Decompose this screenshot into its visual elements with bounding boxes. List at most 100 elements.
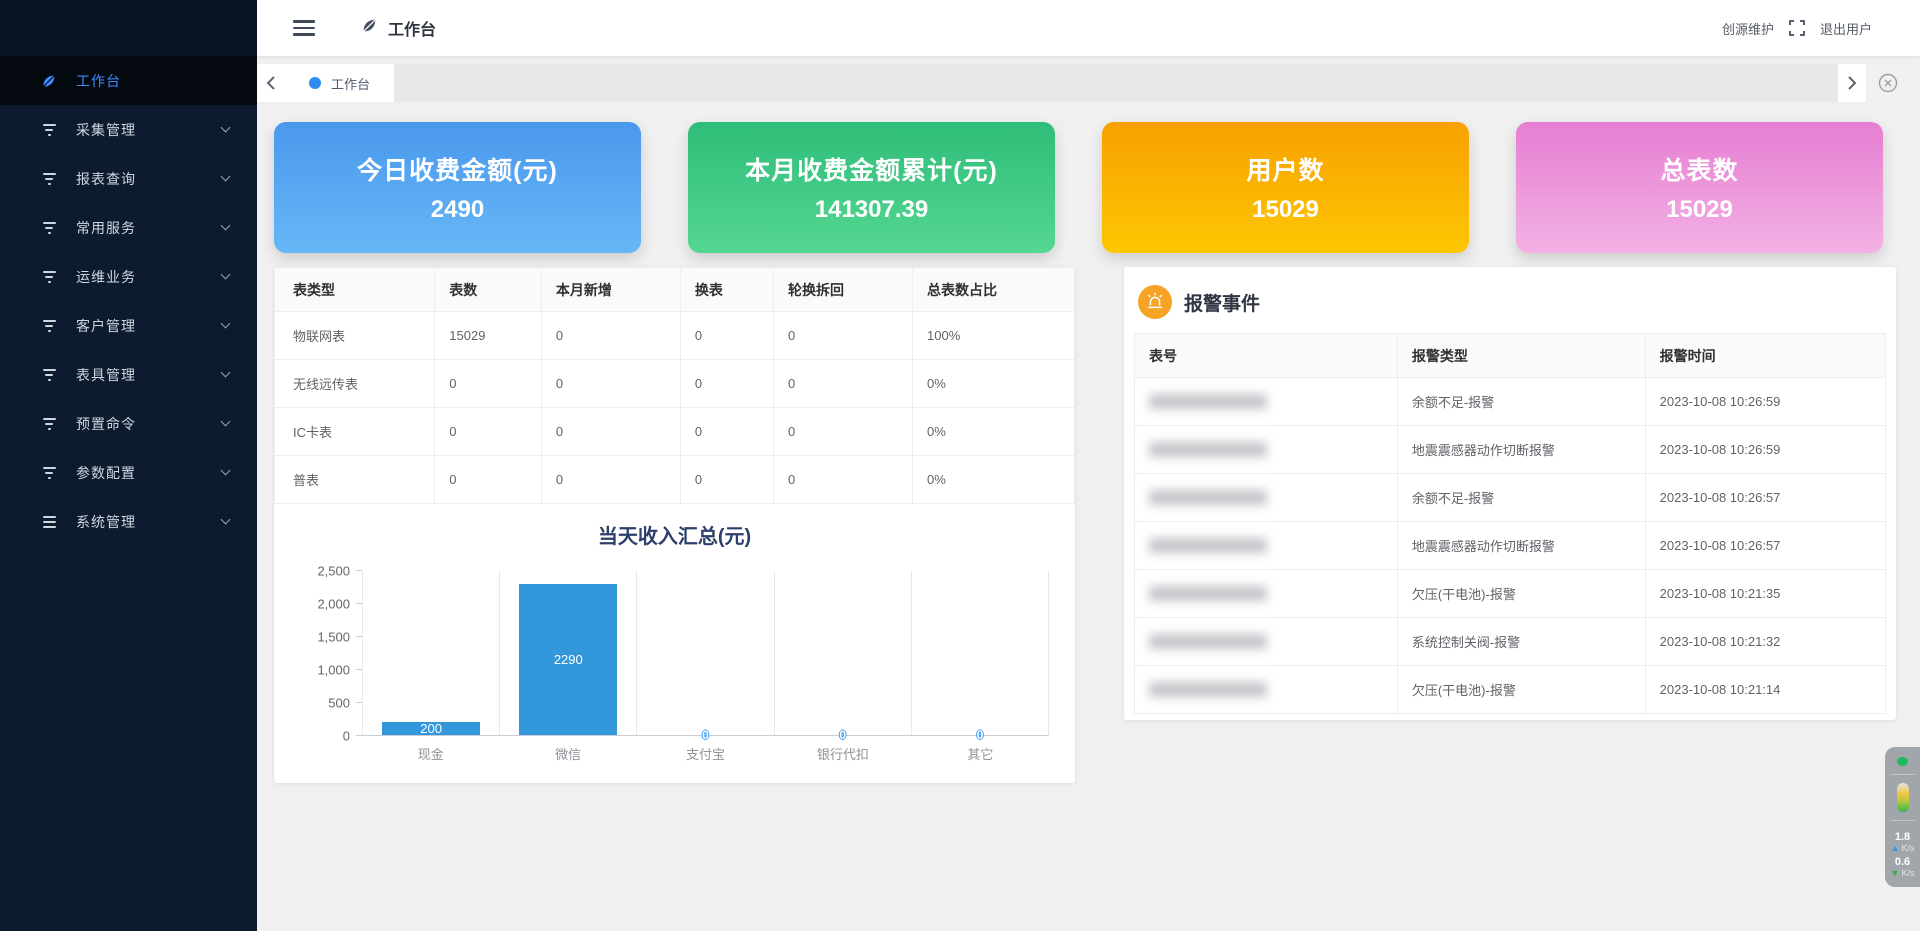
- chevron-down-icon: [221, 319, 231, 329]
- download-speed: 0.6 ▼K/s: [1891, 856, 1915, 879]
- masked-meter-number: [1149, 394, 1267, 409]
- leaf-icon: [361, 17, 378, 39]
- x-category-label: 银行代扣: [774, 744, 911, 763]
- sidebar-item-label: 客户管理: [76, 316, 222, 336]
- top-header: 工作台 创源维护 退出用户: [257, 0, 1920, 56]
- stat-card-0: 今日收费金额(元)2490: [274, 122, 641, 253]
- upload-speed: 1.8 ▲K/s: [1891, 831, 1915, 854]
- chart-column: 0: [912, 571, 1049, 735]
- table-cell: 0: [680, 360, 773, 408]
- table-cell: 无线远传表: [275, 360, 435, 408]
- sidebar-item-system[interactable]: 系统管理: [0, 497, 257, 546]
- network-monitor-widget[interactable]: 1.8 ▲K/s 0.6 ▼K/s: [1885, 747, 1920, 887]
- sidebar-item-meters[interactable]: 表具管理: [0, 350, 257, 399]
- table-cell: 0: [541, 360, 680, 408]
- sidebar-item-customers[interactable]: 客户管理: [0, 301, 257, 350]
- chevron-down-icon: [221, 172, 231, 182]
- user-org-button[interactable]: 创源维护: [1722, 19, 1774, 38]
- masked-meter-number: [1149, 634, 1267, 649]
- chart-column: 2290: [500, 571, 637, 735]
- stat-card-title: 用户数: [1246, 151, 1324, 187]
- alarm-table-header: 报警类型: [1397, 334, 1645, 378]
- breadcrumb: 工作台: [361, 16, 436, 40]
- table-cell: 0: [774, 456, 913, 504]
- alarm-time-cell: 2023-10-08 10:21:14: [1645, 666, 1885, 714]
- sidebar-item-operations[interactable]: 运维业务: [0, 252, 257, 301]
- table-cell: 普表: [275, 456, 435, 504]
- tabs-area: 工作台: [285, 64, 1838, 102]
- stat-card-value: 15029: [1666, 196, 1733, 224]
- sidebar-item-reports[interactable]: 报表查询: [0, 154, 257, 203]
- chart-bar[interactable]: 2290: [519, 584, 617, 735]
- sidebar-item-commands[interactable]: 预置命令: [0, 399, 257, 448]
- alarm-time-cell: 2023-10-08 10:26:57: [1645, 522, 1885, 570]
- meter-table-header: 表类型: [275, 268, 435, 312]
- alarm-type-cell: 地震震感器动作切断报警: [1397, 426, 1645, 474]
- alarm-row: 地震震感器动作切断报警2023-10-08 10:26:59: [1135, 426, 1886, 474]
- table-cell: 0%: [913, 408, 1075, 456]
- stat-card-2: 用户数15029: [1102, 122, 1469, 253]
- chevron-down-icon: [221, 270, 231, 280]
- sidebar-item-label: 工作台: [76, 71, 229, 91]
- filter-icon: [40, 320, 58, 332]
- table-cell: 100%: [913, 312, 1075, 360]
- table-cell: 0: [774, 312, 913, 360]
- x-category-label: 支付宝: [637, 744, 774, 763]
- sidebar-menu: 工作台采集管理报表查询常用服务运维业务客户管理表具管理预置命令参数配置系统管理: [0, 56, 257, 546]
- logout-button[interactable]: 退出用户: [1820, 19, 1872, 38]
- chevron-down-icon: [221, 368, 231, 378]
- stat-card-title: 总表数: [1660, 151, 1738, 187]
- meter-type-table: 表类型表数本月新增换表轮换拆回总表数占比 物联网表15029000100%无线远…: [274, 267, 1075, 504]
- sidebar-item-label: 表具管理: [76, 365, 222, 385]
- income-chart: 当天收入汇总(元) 05001,0001,5002,0002,500 20022…: [274, 504, 1075, 783]
- masked-meter-number: [1149, 538, 1267, 553]
- sidebar-item-params[interactable]: 参数配置: [0, 448, 257, 497]
- chart-bar[interactable]: 200: [382, 722, 480, 735]
- bar-value-label: 0: [839, 728, 846, 742]
- sidebar-item-label: 预置命令: [76, 414, 222, 434]
- download-arrow-icon: ▼: [1891, 868, 1900, 879]
- table-cell: 0%: [913, 360, 1075, 408]
- filter-icon: [40, 124, 58, 136]
- sidebar-item-collection[interactable]: 采集管理: [0, 105, 257, 154]
- chevron-down-icon: [221, 417, 231, 427]
- collapse-menu-icon[interactable]: [293, 20, 315, 36]
- alarm-row: 地震震感器动作切断报警2023-10-08 10:26:57: [1135, 522, 1886, 570]
- sidebar-item-workbench[interactable]: 工作台: [0, 56, 257, 105]
- meter-summary-panel: 表类型表数本月新增换表轮换拆回总表数占比 物联网表15029000100%无线远…: [274, 267, 1075, 783]
- meter-table-header: 表数: [435, 268, 542, 312]
- table-cell: 0: [680, 312, 773, 360]
- filter-icon: [40, 173, 58, 185]
- tabs-scroll-left-icon[interactable]: [257, 64, 285, 102]
- alarm-meter-no-cell: [1135, 522, 1398, 570]
- upload-arrow-icon: ▲: [1891, 843, 1900, 854]
- masked-meter-number: [1149, 490, 1267, 505]
- main-area: 工作台 创源维护 退出用户 工作台 今日收费金额(元)2490本月: [257, 0, 1920, 931]
- filter-icon: [40, 467, 58, 479]
- fullscreen-icon[interactable]: [1788, 19, 1806, 37]
- alarm-type-cell: 欠压(干电池)-报警: [1397, 570, 1645, 618]
- sidebar-item-services[interactable]: 常用服务: [0, 203, 257, 252]
- bar-value-label: 0: [702, 728, 709, 742]
- alarm-table-header: 报警时间: [1645, 334, 1885, 378]
- tabs-scroll-right-icon[interactable]: [1838, 64, 1866, 102]
- alarm-time-cell: 2023-10-08 10:21:35: [1645, 570, 1885, 618]
- alarm-type-cell: 地震震感器动作切断报警: [1397, 522, 1645, 570]
- bar-value-label: 200: [420, 721, 442, 736]
- content-area: 今日收费金额(元)2490本月收费金额累计(元)141307.39用户数1502…: [257, 102, 1920, 931]
- sidebar: 工作台采集管理报表查询常用服务运维业务客户管理表具管理预置命令参数配置系统管理: [0, 0, 257, 931]
- alarm-row: 欠压(干电池)-报警2023-10-08 10:21:35: [1135, 570, 1886, 618]
- page-title: 工作台: [388, 16, 436, 40]
- chart-x-axis: 现金微信支付宝银行代扣其它: [362, 744, 1049, 763]
- leaf-icon: [40, 73, 58, 89]
- sidebar-item-label: 系统管理: [76, 512, 222, 532]
- tab-workbench[interactable]: 工作台: [285, 64, 394, 102]
- alarm-events-table: 表号报警类型报警时间 余额不足-报警2023-10-08 10:26:59地震震…: [1134, 333, 1886, 714]
- chart-column: 0: [775, 571, 912, 735]
- alarm-panel-title: 报警事件: [1184, 289, 1260, 316]
- tabs-close-icon[interactable]: [1866, 64, 1910, 102]
- filter-icon: [40, 369, 58, 381]
- table-cell: 0: [541, 312, 680, 360]
- table-cell: 15029: [435, 312, 542, 360]
- table-cell: 0: [435, 408, 542, 456]
